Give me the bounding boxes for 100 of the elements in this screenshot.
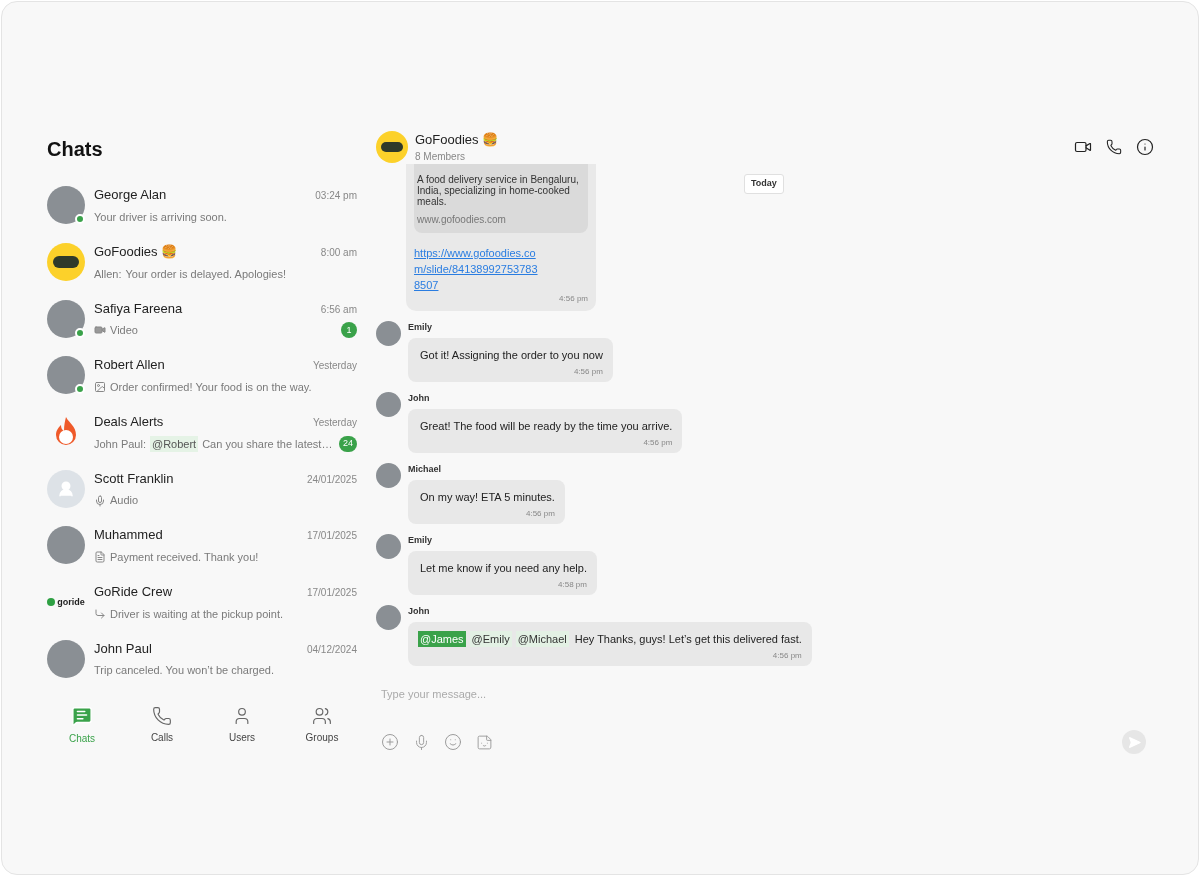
microphone-icon: [94, 494, 106, 507]
timestamp: Yesterday: [312, 416, 357, 431]
member-count: 8 Members: [415, 150, 466, 165]
contact-name: Scott Franklin: [94, 469, 174, 488]
message-preview: Driver is waiting at the pickup point.: [110, 606, 284, 622]
sender-name: John: [408, 392, 431, 405]
voice-call-button[interactable]: [1106, 139, 1122, 155]
timestamp: 6:56 am: [320, 302, 357, 317]
sender-label: Allen:: [94, 266, 122, 282]
nav-tab[interactable]: Users: [207, 705, 277, 745]
phone-icon: [152, 705, 172, 726]
message-preview: Your driver is arriving soon.: [94, 209, 227, 225]
date-chip: Today: [744, 174, 784, 194]
chat-list-item[interactable]: Safiya Fareena 6:56 am Video 1: [42, 290, 362, 348]
timestamp: 17/01/2025: [306, 586, 357, 601]
chat-list-item[interactable]: George Alan 03:24 pm Your driver is arriving soon.: [42, 177, 362, 234]
timestamp: 03:24 pm: [315, 189, 357, 204]
chat-list-item[interactable]: Deals Alerts Yesterday John Paul: @Robert Can you share the latest… 24: [42, 403, 362, 461]
sender-label: John Paul:: [94, 436, 146, 452]
timestamp: 04/12/2024: [306, 642, 357, 657]
chat-title: GoFoodies 🍔: [415, 130, 500, 149]
message-time: 4:58 pm: [558, 579, 587, 591]
photo-placeholder: [376, 534, 401, 559]
mention-tag[interactable]: @Emily: [469, 630, 512, 647]
message-preview: Video: [110, 323, 138, 339]
users-icon: [312, 705, 332, 726]
contact-name: Safiya Fareena: [94, 299, 183, 318]
logo-text: goride: [57, 596, 85, 609]
video-icon: [94, 324, 106, 337]
photo-placeholder: [376, 321, 401, 346]
message-time: 4:56 pm: [559, 293, 588, 305]
timestamp: 24/01/2025: [306, 472, 357, 487]
chat-icon: [71, 704, 93, 727]
contact-name: Deals Alerts: [94, 413, 164, 432]
sender-name: Emily: [408, 321, 433, 334]
message-preview: Payment received. Thank you!: [110, 549, 259, 565]
message-text: On my way! ETA 5 minutes.: [420, 489, 555, 505]
microphone-button[interactable]: [413, 733, 430, 751]
nav-tab[interactable]: Calls: [127, 705, 197, 745]
mention-tag: @Robert: [150, 435, 199, 453]
unread-badge: 1: [341, 322, 357, 339]
message-text: Hey Thanks, guys! Let’s get this delivered fast.: [574, 631, 802, 647]
photo-placeholder: [47, 186, 85, 225]
unread-badge: 24: [339, 435, 357, 452]
logo-avatar: [47, 243, 85, 282]
message-preview: Your order is delayed. Apologies!: [125, 266, 286, 282]
send-button[interactable]: [1122, 730, 1146, 754]
sticker-button[interactable]: [476, 733, 493, 751]
mention-tag[interactable]: @Michael: [515, 630, 569, 647]
message-text: Great! The food will be ready by the time you arrive.: [420, 418, 673, 434]
chat-list-item[interactable]: Scott Franklin 24/01/2025 Audio: [42, 460, 362, 518]
message-time: 4:56 pm: [573, 366, 603, 378]
photo-placeholder: [376, 463, 401, 488]
site-domain: www.gofoodies.com: [417, 213, 507, 227]
chat-list-item[interactable]: GoFoodies 🍔 8:00 am Allen: Your order is delayed. Apologies!: [42, 233, 362, 291]
message-preview: Trip canceled. You won’t be charged.: [94, 663, 274, 679]
photo-placeholder: [47, 356, 85, 395]
link-description: A food delivery service in Bengaluru, India, specializing in home-cooked meals.: [417, 174, 580, 207]
message-text: Got it! Assigning the order to you now: [420, 347, 603, 363]
image-icon: [94, 381, 106, 394]
contact-name: GoFoodies 🍔: [94, 243, 178, 262]
message-preview: Audio: [110, 493, 139, 509]
sender-name: Michael: [408, 463, 442, 476]
photo-placeholder: [47, 299, 85, 338]
logo-avatar: [376, 131, 408, 163]
document-icon: [94, 551, 106, 564]
message-time: 4:56 pm: [526, 508, 555, 520]
sender-name: Emily: [408, 534, 433, 547]
reply-arrow-icon: [94, 607, 106, 620]
message-time: 4:56 pm: [643, 437, 673, 449]
photo-placeholder: [47, 639, 85, 678]
send-icon: [1127, 735, 1141, 749]
timestamp: Yesterday: [312, 359, 357, 374]
timestamp: 8:00 am: [320, 246, 357, 261]
sidebar-title: Chats: [46, 137, 104, 161]
contact-name: Robert Allen: [94, 356, 165, 375]
photo-placeholder: [47, 526, 85, 565]
message-preview: Can you share the latest…: [202, 436, 333, 452]
contact-name: Muhammed: [94, 526, 163, 545]
emoji-button[interactable]: [444, 733, 462, 751]
avatar-placeholder: [47, 469, 85, 508]
photo-placeholder: [376, 392, 401, 417]
contact-name: GoRide Crew: [94, 583, 173, 602]
chat-list-item[interactable]: Robert Allen Yesterday Order confirmed! Your food is on the way.: [42, 347, 362, 404]
nav-tab[interactable]: Groups: [287, 705, 357, 745]
link[interactable]: https://www.gofoodies.com/slide/841389927537838507: [414, 245, 539, 293]
message-preview: Order confirmed! Your food is on the way.: [110, 379, 312, 395]
chat-list-item[interactable]: goride GoRide Crew 17/01/2025 Driver is waiting at the pickup point.: [42, 573, 362, 631]
add-button[interactable]: [381, 733, 399, 751]
info-button[interactable]: [1136, 138, 1154, 156]
message-input[interactable]: Type your message...: [381, 686, 1146, 703]
contact-name: John Paul: [94, 639, 152, 658]
message-time: 4:56 pm: [772, 650, 802, 662]
chat-list-item[interactable]: John Paul 04/12/2024 Trip canceled. You won’t be charged.: [42, 630, 362, 688]
timestamp: 17/01/2025: [306, 529, 357, 544]
sender-name: John: [408, 605, 431, 618]
photo-placeholder: [376, 605, 401, 630]
message-text: Let me know if you need any help.: [420, 560, 587, 576]
contact-name: George Alan: [94, 186, 167, 205]
chat-list-item[interactable]: Muhammed 17/01/2025 Payment received. Thank you!: [42, 517, 362, 574]
